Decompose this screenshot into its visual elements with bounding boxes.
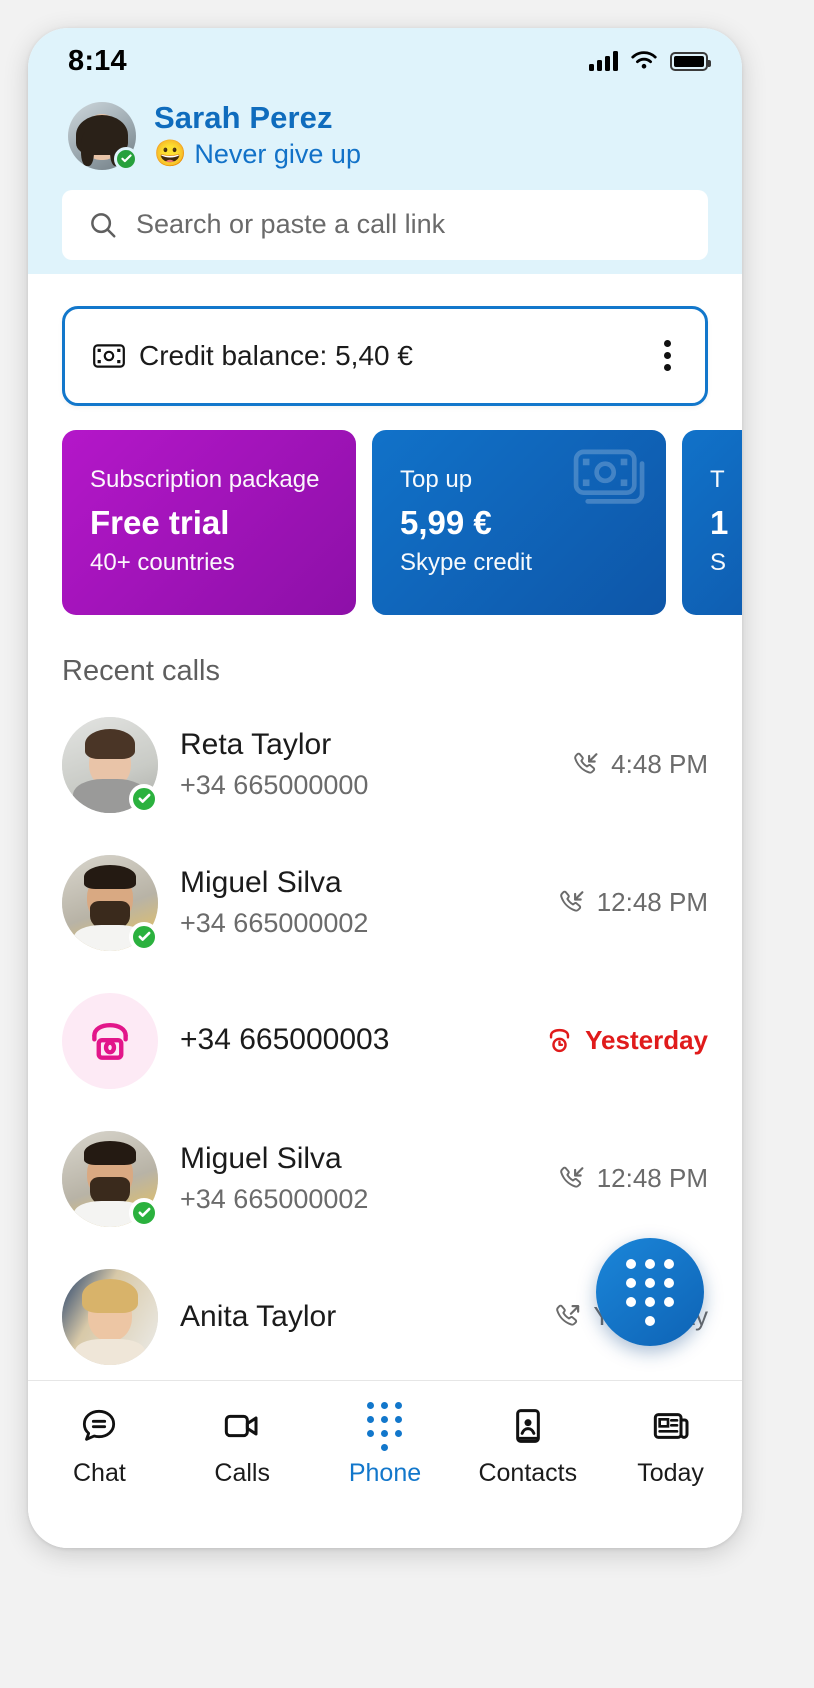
promo-card-topup[interactable]: Top up 5,99 € Skype credit <box>372 429 666 615</box>
recent-calls-title: Recent calls <box>62 654 220 687</box>
call-time: 4:48 PM <box>611 749 708 780</box>
call-info: Miguel Silva +34 665000002 <box>180 1140 535 1217</box>
tab-label: Today <box>637 1459 704 1487</box>
cellular-bars-icon <box>589 51 618 71</box>
tab-phone[interactable]: Phone <box>314 1401 457 1488</box>
call-contact-name: Reta Taylor <box>180 728 332 762</box>
mood-emoji: 😀 <box>154 138 187 169</box>
call-meta: 12:48 PM <box>557 887 708 918</box>
promo-card-bottom: Skype credit <box>400 549 533 577</box>
news-icon <box>651 1405 691 1447</box>
search-input[interactable] <box>136 209 682 241</box>
credit-balance-bar[interactable]: Credit balance: 5,40 € <box>62 305 708 406</box>
call-list-item[interactable]: +34 665000003 Yesterday <box>62 972 708 1110</box>
bottom-tab-bar[interactable]: Chat Calls Phone Contacts Today <box>28 1380 742 1548</box>
status-time: 8:14 <box>68 44 127 77</box>
call-info: Anita Taylor <box>180 1298 531 1336</box>
promo-card-bottom: 40+ countries <box>90 549 235 577</box>
mood-text: Never give up <box>194 138 361 169</box>
call-info: +34 665000003 <box>180 1020 523 1061</box>
telephone-icon <box>92 1022 128 1060</box>
call-phone-number: +34 665000000 <box>180 769 369 800</box>
call-phone-number: +34 665000002 <box>180 907 369 938</box>
promo-card-partial[interactable]: T 1 S <box>682 429 742 615</box>
video-camera-icon <box>222 1405 262 1447</box>
call-meta: Yesterday <box>545 1025 708 1056</box>
avatar <box>62 716 159 814</box>
call-info: Reta Taylor +34 665000000 <box>180 726 549 803</box>
tab-label: Calls <box>214 1459 270 1487</box>
unknown-number-avatar <box>62 992 158 1089</box>
tab-chat[interactable]: Chat <box>28 1405 171 1488</box>
call-phone-number: +34 665000002 <box>180 1183 369 1214</box>
call-missed-icon <box>549 1029 570 1053</box>
call-list-item[interactable]: Reta Taylor +34 665000000 4:48 PM <box>62 696 708 834</box>
profile-avatar[interactable] <box>68 101 138 171</box>
search-bar[interactable] <box>62 189 708 260</box>
presence-available-badge <box>129 921 159 952</box>
tab-label: Phone <box>348 1459 422 1487</box>
tab-label: Contacts <box>478 1459 578 1487</box>
status-icons <box>589 50 711 72</box>
tab-today[interactable]: Today <box>599 1405 742 1488</box>
profile-mood: 😀 Never give up <box>154 137 361 172</box>
call-time: 12:48 PM <box>596 1163 708 1194</box>
call-time: Yesterday <box>585 1025 708 1056</box>
call-incoming-icon <box>559 1166 584 1188</box>
avatar <box>62 854 159 952</box>
promo-card-top: Top up <box>400 466 473 494</box>
promo-card-bottom: S <box>710 549 727 577</box>
dialpad-fab-button[interactable] <box>596 1238 704 1346</box>
presence-available-badge <box>129 1197 159 1228</box>
avatar <box>62 1268 158 1365</box>
profile-row[interactable]: Sarah Perez 😀 Never give up <box>28 94 742 172</box>
call-info: Miguel Silva +34 665000002 <box>180 864 535 941</box>
banknote-icon <box>93 343 125 368</box>
avatar <box>62 1130 159 1228</box>
tab-calls[interactable]: Calls <box>171 1405 314 1488</box>
call-meta: 4:48 PM <box>571 749 708 780</box>
promo-card-mid: 1 <box>710 504 729 542</box>
app-header: 8:14 Sarah Perez 😀 Never give up Search … <box>28 28 742 274</box>
tab-contacts[interactable]: Contacts <box>456 1405 599 1488</box>
call-contact-name: Miguel Silva <box>180 1142 342 1176</box>
call-phone-number: +34 665000003 <box>180 1023 390 1057</box>
wifi-icon <box>631 51 657 69</box>
call-incoming-icon <box>559 890 584 912</box>
call-time: 12:48 PM <box>596 887 708 918</box>
call-outgoing-icon <box>556 1304 580 1326</box>
status-bar: 8:14 <box>28 28 742 94</box>
chat-bubble-icon <box>79 1405 119 1447</box>
call-contact-name: Miguel Silva <box>180 866 342 900</box>
credit-balance-label: Credit balance: 5,40 € <box>139 339 413 371</box>
call-meta: 12:48 PM <box>557 1163 708 1194</box>
promo-card-top: Subscription package <box>90 466 320 494</box>
call-incoming-icon <box>574 752 598 774</box>
promo-card-subscription[interactable]: Subscription package Free trial 40+ coun… <box>62 429 356 615</box>
call-list-item[interactable]: Miguel Silva +34 665000002 12:48 PM <box>62 1110 708 1248</box>
credit-more-menu-button[interactable] <box>656 334 679 377</box>
tab-label: Chat <box>72 1459 126 1487</box>
phone-frame: 8:14 Sarah Perez 😀 Never give up Search … <box>28 28 742 1548</box>
promo-card-mid: Free trial <box>90 504 230 542</box>
promo-card-carousel[interactable]: Subscription package Free trial 40+ coun… <box>28 406 742 615</box>
promo-card-top: T <box>710 466 725 494</box>
search-icon <box>91 212 116 238</box>
contact-card-icon <box>508 1405 548 1447</box>
profile-name: Sarah Perez <box>154 100 333 135</box>
dialpad-icon <box>367 1401 403 1451</box>
call-contact-name: Anita Taylor <box>180 1299 337 1333</box>
avatar-image <box>62 1268 158 1365</box>
presence-available-badge <box>114 146 138 171</box>
call-list-item[interactable]: Miguel Silva +34 665000002 12:48 PM <box>62 834 708 972</box>
battery-full-icon <box>670 51 711 71</box>
presence-available-badge <box>129 783 159 814</box>
